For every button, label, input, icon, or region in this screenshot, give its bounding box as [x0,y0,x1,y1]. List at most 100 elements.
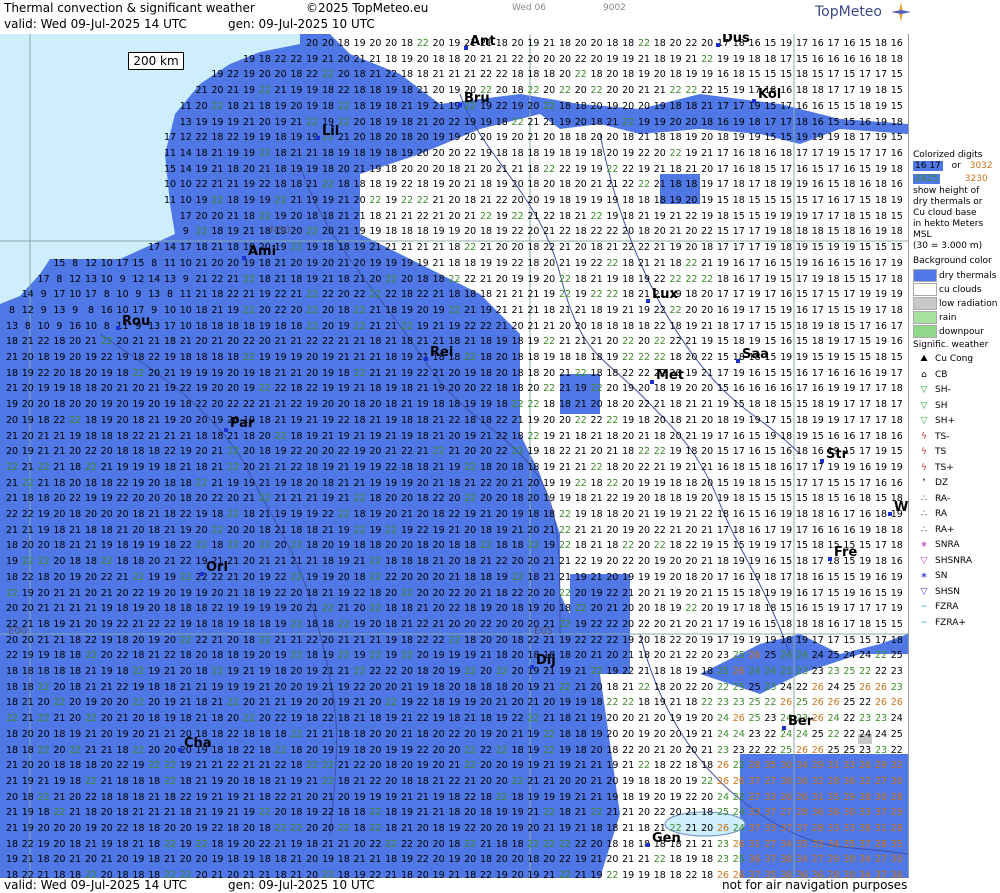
grid-value: 31 [747,837,763,853]
grid-value: 15 [762,130,778,146]
grid-value: 19 [573,695,589,711]
grid-value: 15 [747,209,763,225]
grid-value: 21 [209,790,225,806]
grid-value: 20 [573,319,589,335]
grid-value: 15 [794,52,810,68]
grid-value: 22 [683,36,699,52]
grid-value: 19 [162,570,178,586]
grid-value: 21 [146,648,162,664]
grid-value: 20 [510,695,526,711]
grid-value: 20 [510,130,526,146]
grid-value: 20 [589,130,605,146]
city-label-rei[interactable]: Rei [430,345,453,360]
grid-value: 21 [225,83,241,99]
grid-value: 15 [826,570,842,586]
grid-value: 19 [557,476,573,492]
grid-value: 22 [431,633,447,649]
city-label-w[interactable]: W [894,500,908,515]
grid-value: 22 [462,240,478,256]
grid-value: 22 [273,586,289,602]
grid-value: 20 [541,695,557,711]
grid-value: 19 [99,538,115,554]
grid-value: 22 [604,287,620,303]
city-label-ami[interactable]: Ami [248,244,276,259]
grid-value: 18 [873,52,889,68]
grid-value: 21 [399,711,415,727]
city-label-saa[interactable]: Saa [742,347,769,362]
grid-value: 22 [367,648,383,664]
city-label-met[interactable]: Met [656,368,684,383]
grid-value: 21 [652,83,668,99]
grid-value: 21 [51,711,67,727]
grid-value: 19 [288,350,304,366]
grid-value: 17 [715,429,731,445]
grid-value: 18 [115,743,131,759]
grid-value: 18 [510,538,526,554]
snow-shower-icon: ▽ [913,585,935,601]
forecast-map[interactable]: 20 20 18 19 20 20 18 22 20 19 21 21 18 20 19 21 18 20 20 18… [0,34,908,878]
grid-value: 19 [383,115,399,131]
grid-value: 21 [273,633,289,649]
grid-value: 20 [194,413,210,429]
city-label-cha[interactable]: Cha [184,736,212,751]
city-label-lil[interactable]: Lil [322,124,339,139]
grid-value: 19 [826,413,842,429]
grid-value: 17 [83,287,99,303]
grid-value: 18 [541,303,557,319]
grid-value: 18 [367,115,383,131]
grid-value: 18 [494,36,510,52]
grid-value: 22 [415,711,431,727]
grid-value: 22 [620,115,636,131]
footer: valid: Wed 09-Jul-2025 14 UTC gen: 09-Ju… [0,878,1000,893]
grid-value: 19 [636,272,652,288]
grid-value: 22 [257,177,273,193]
grid-value: 19 [478,601,494,617]
grid-value: 18 [652,491,668,507]
grid-value: 21 [525,287,541,303]
grid-value: 22 [431,444,447,460]
grid-value: 18 [889,162,905,178]
city-label-ber[interactable]: Ber [788,714,813,729]
grid-value: 18 [589,507,605,523]
grid-value: 21 [462,67,478,83]
city-label-orl[interactable]: Orl [206,560,228,575]
city-label-str[interactable]: Str [826,447,848,462]
city-label-fre[interactable]: Fre [834,545,857,560]
grid-value: 19 [620,633,636,649]
grid-value: 19 [367,790,383,806]
grid-value: 18 [146,868,162,878]
grid-value: 22 [115,491,131,507]
city-label-gen[interactable]: Gen [652,831,681,846]
grid-value: 18 [352,743,368,759]
city-label-rou[interactable]: Rou [122,314,150,329]
grid-value: 13 [51,303,67,319]
grid-value: 19 [525,790,541,806]
grid-value: 21 [589,790,605,806]
grid-value: 16 [715,303,731,319]
grid-value: 19 [99,601,115,617]
grid-value: 21 [431,476,447,492]
grid-value: 18 [541,444,557,460]
grid-value: 19 [826,460,842,476]
city-label-ant[interactable]: Ant [470,34,496,49]
grid-value: 19 [241,52,257,68]
grid-value: 21 [431,209,447,225]
city-label-dij[interactable]: Dij [536,653,556,668]
city-label-düs[interactable]: Düs [722,34,750,46]
grid-value: 18 [194,429,210,445]
grid-value: 27 [810,852,826,868]
grid-value: 18 [731,491,747,507]
grid-value: 21 [162,429,178,445]
grid-value: 21 [4,491,20,507]
grid-value: 18 [446,287,462,303]
city-label-köl[interactable]: Köl [758,87,781,102]
grid-value: 19 [794,633,810,649]
grid-value: 17 [715,287,731,303]
grid-value: 21 [683,460,699,476]
grid-value: 20 [668,554,684,570]
city-label-bru[interactable]: Bru [464,91,490,106]
city-label-lux[interactable]: Lux [652,287,678,302]
city-label-par[interactable]: Par [230,416,254,431]
grid-value: 22 [320,805,336,821]
grid-value: 22 [699,695,715,711]
